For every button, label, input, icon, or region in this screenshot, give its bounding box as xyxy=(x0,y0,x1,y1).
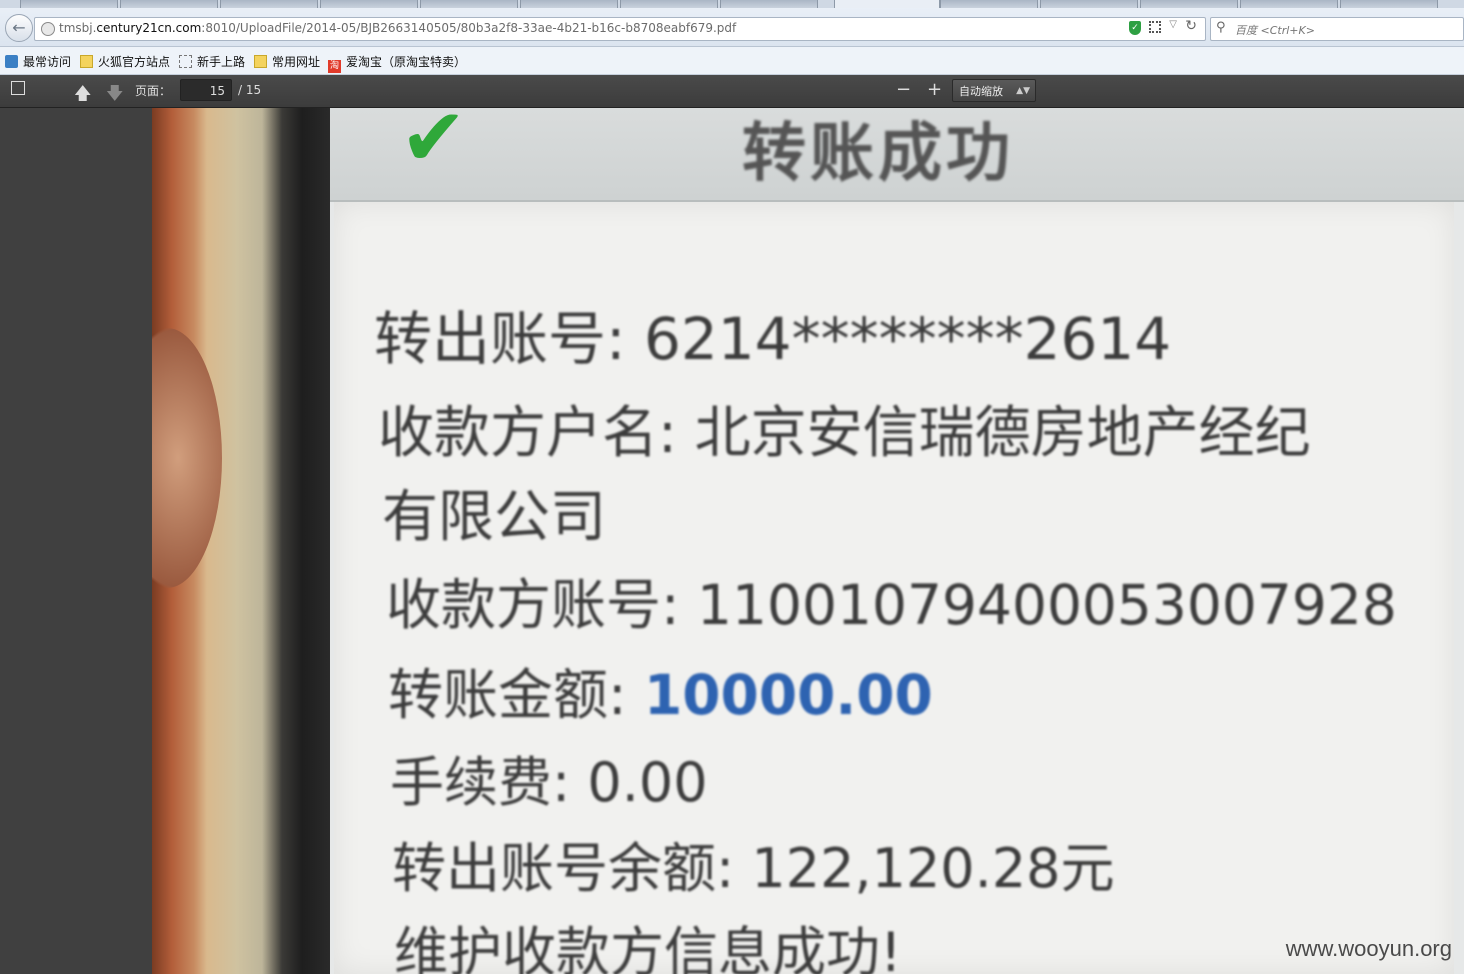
globe-icon xyxy=(41,22,55,36)
receipt-line-fee: 手续费: 0.00 xyxy=(390,751,708,814)
bookmark-label: 最常访问 xyxy=(23,55,72,69)
zoom-out-icon[interactable]: − xyxy=(896,79,911,100)
search-icon: ⚲ xyxy=(1216,20,1226,35)
reload-icon[interactable]: ↻ xyxy=(1185,18,1197,34)
browser-tab[interactable] xyxy=(120,0,218,8)
browser-tab[interactable] xyxy=(1040,0,1138,8)
bookmark-label: 爱淘宝（原淘宝特卖） xyxy=(346,55,467,69)
receipt-line-balance: 转出账号余额: 122,120.28元 xyxy=(392,837,1115,900)
tab-strip xyxy=(0,0,1464,8)
browser-tab[interactable] xyxy=(520,0,618,8)
address-bar[interactable]: tmsbj.century21cn.com:8010/UploadFile/20… xyxy=(34,17,1206,41)
bookmark-label: 火狐官方站点 xyxy=(98,55,171,69)
page-total: / 15 xyxy=(238,83,262,97)
bookmark-firefox-site[interactable]: 火狐官方站点 xyxy=(80,53,170,70)
finger-image xyxy=(152,328,222,588)
bookmark-common-sites[interactable]: 常用网址 xyxy=(254,53,320,70)
history-dropdown-icon[interactable]: ▽ xyxy=(1169,19,1177,30)
zoom-select[interactable]: 自动缩放 ▲▼ xyxy=(952,79,1036,102)
previous-page-icon[interactable]: 🡅 xyxy=(74,81,91,110)
receipt-line-amount: 转账金额: 10000.00 xyxy=(388,650,933,730)
pdf-page-photo: ✔ 转账成功 转出账号: 6214********2614 收款方户名: 北京安… xyxy=(152,108,1464,974)
qr-code-icon[interactable] xyxy=(1149,21,1161,33)
search-input[interactable]: 百度 <Ctrl+K> xyxy=(1235,22,1315,38)
bookmark-most-visited[interactable]: 最常访问 xyxy=(5,53,71,70)
phone-screen: ✔ 转账成功 转出账号: 6214********2614 收款方户名: 北京安… xyxy=(330,108,1464,974)
browser-tab[interactable] xyxy=(720,0,818,8)
security-shield-icon[interactable]: ✓ xyxy=(1129,21,1141,35)
success-check-icon: ✔ xyxy=(400,108,468,184)
browser-tab-active[interactable] xyxy=(834,0,940,8)
receipt-card: 转出账号: 6214********2614 收款方户名: 北京安信瑞德房地产经… xyxy=(334,202,1454,974)
amount-label: 转账金额: xyxy=(388,663,645,727)
folder-icon xyxy=(80,55,93,68)
browser-tab[interactable] xyxy=(1340,0,1438,8)
bookmarks-toolbar: 最常访问 火狐官方站点 新手上路 常用网址 淘爱淘宝（原淘宝特卖） xyxy=(0,47,1464,75)
browser-tab[interactable] xyxy=(620,0,718,8)
receipt-line-payee-name: 收款方户名: 北京安信瑞德房地产经纪 xyxy=(378,401,1311,466)
star-icon xyxy=(5,55,18,68)
pdf-toolbar: 🡅 🡇 页面： 15 / 15 − + 自动缩放 ▲▼ xyxy=(0,75,1464,108)
back-button[interactable]: ← xyxy=(5,14,33,42)
browser-tab[interactable] xyxy=(940,0,1038,8)
amount-value: 10000.00 xyxy=(644,663,933,727)
receipt-line-maintain: 维护收款方信息成功! xyxy=(394,921,902,974)
search-bar[interactable]: ⚲ 百度 <Ctrl+K> xyxy=(1210,17,1464,41)
select-arrows-icon: ▲▼ xyxy=(1016,86,1030,96)
url-host: century21cn.com xyxy=(96,21,202,35)
bookmark-label: 常用网址 xyxy=(272,55,321,69)
dashed-folder-icon xyxy=(179,55,192,68)
browser-tab[interactable] xyxy=(1140,0,1238,8)
taobao-icon: 淘 xyxy=(328,60,341,73)
receipt-line-out-account: 转出账号: 6214********2614 xyxy=(374,305,1172,373)
bookmark-getting-started[interactable]: 新手上路 xyxy=(179,53,245,70)
receipt-line-payee-name-cont: 有限公司 xyxy=(382,485,606,550)
page-number-input[interactable]: 15 xyxy=(180,79,232,101)
folder-icon xyxy=(254,55,267,68)
bookmark-aitaobao[interactable]: 淘爱淘宝（原淘宝特卖） xyxy=(328,53,466,73)
receipt-title: 转账成功 xyxy=(742,117,1014,191)
back-arrow-icon: ← xyxy=(12,18,26,37)
zoom-value: 自动缩放 xyxy=(959,85,1003,98)
page-label: 页面： xyxy=(135,84,172,98)
navigation-bar: ← tmsbj.century21cn.com:8010/UploadFile/… xyxy=(0,8,1464,47)
receipt-header: ✔ 转账成功 xyxy=(330,108,1464,202)
url-text[interactable]: tmsbj.century21cn.com:8010/UploadFile/20… xyxy=(59,21,736,35)
bookmark-label: 新手上路 xyxy=(197,55,246,69)
browser-tab[interactable] xyxy=(1240,0,1338,8)
receipt-line-payee-account: 收款方账号: 11001079400053007928 xyxy=(386,573,1397,637)
zoom-in-icon[interactable]: + xyxy=(927,79,942,100)
browser-tab[interactable] xyxy=(20,0,118,8)
browser-tab[interactable] xyxy=(420,0,518,8)
browser-tab[interactable] xyxy=(220,0,318,8)
url-path: :8010/UploadFile/2014-05/BJB2663140505/8… xyxy=(201,21,737,35)
url-prefix: tmsbj. xyxy=(59,21,97,35)
pdf-viewer[interactable]: ✔ 转账成功 转出账号: 6214********2614 收款方户名: 北京安… xyxy=(0,108,1464,974)
sidebar-toggle-icon[interactable] xyxy=(11,81,25,95)
next-page-icon[interactable]: 🡇 xyxy=(106,81,123,110)
watermark-text: www.wooyun.org xyxy=(1285,936,1452,961)
browser-tab[interactable] xyxy=(320,0,418,8)
